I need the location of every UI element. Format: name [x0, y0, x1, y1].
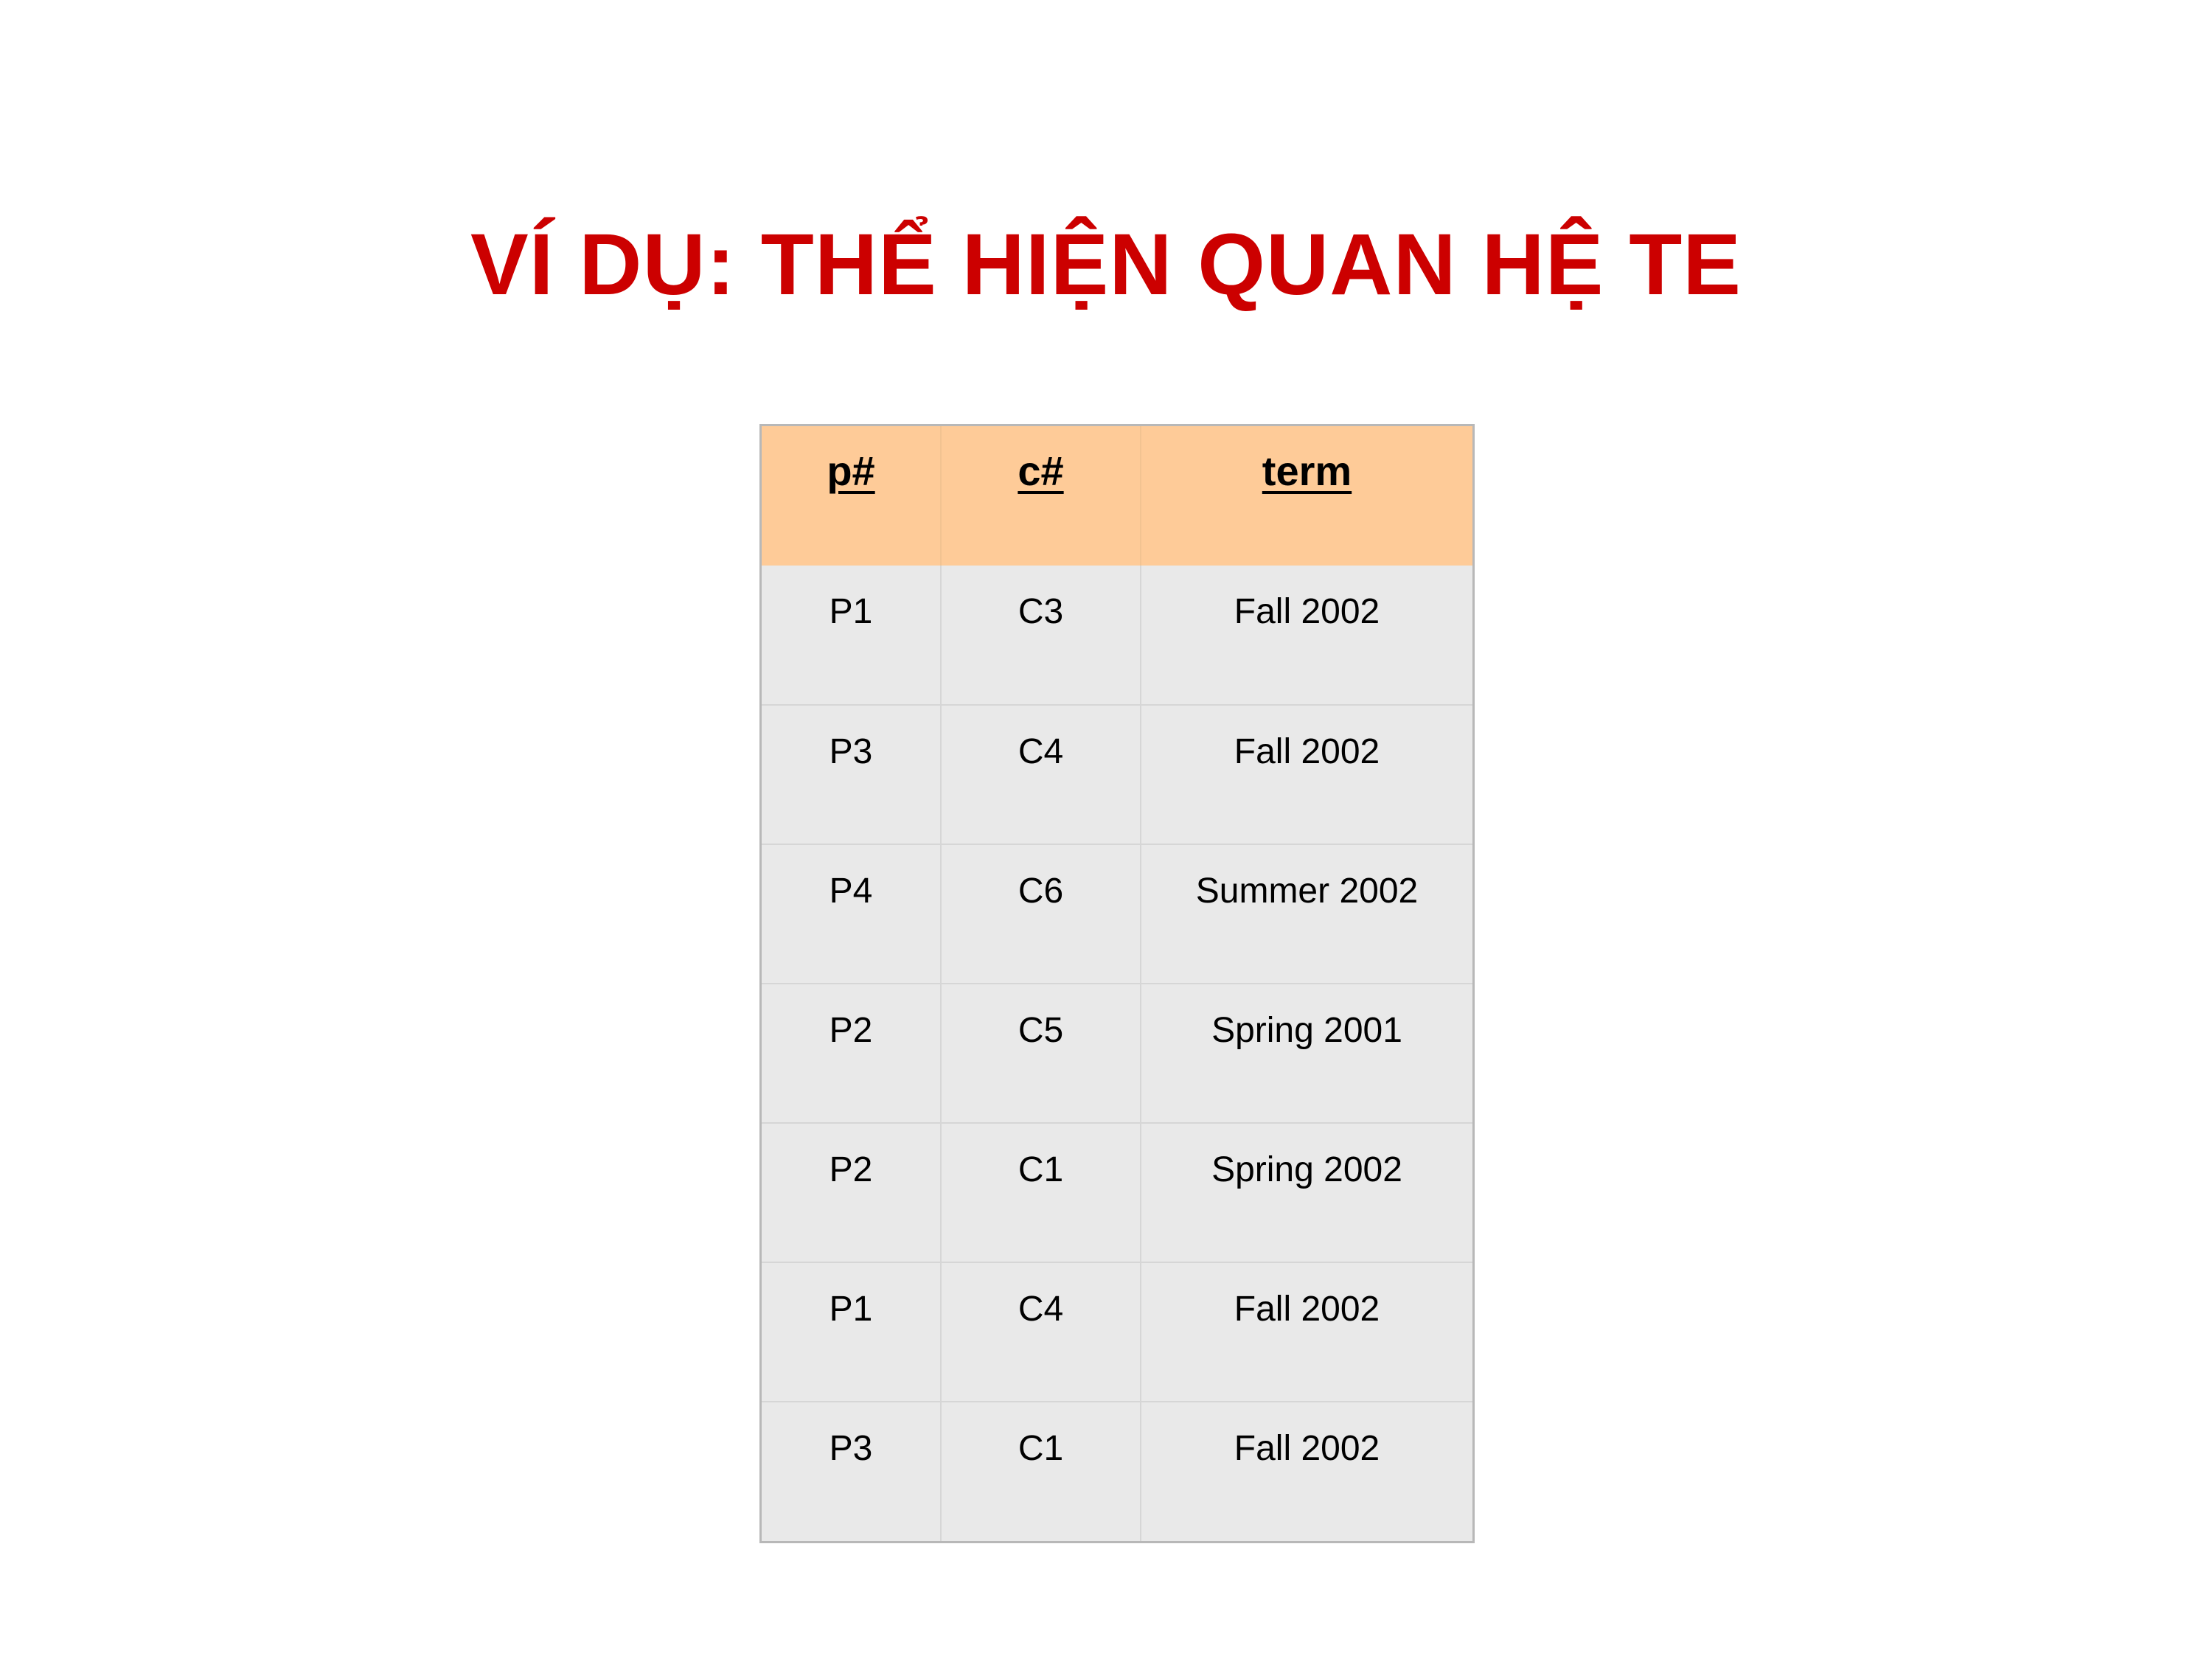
cell-c: C5 [940, 983, 1141, 1123]
table-row: P3 C4 Fall 2002 [762, 704, 1472, 844]
cell-term: Fall 2002 [1140, 1262, 1472, 1402]
data-table-container: p# c# term P1 C3 Fall 2002 P3 C4 Fall 20… [759, 424, 1475, 1543]
cell-c: C4 [940, 704, 1141, 844]
table-row: P1 C4 Fall 2002 [762, 1262, 1472, 1402]
cell-term: Spring 2001 [1140, 983, 1472, 1123]
column-header-p: p# [762, 426, 941, 566]
column-header-c: c# [940, 426, 1141, 566]
cell-c: C6 [940, 844, 1141, 984]
cell-p: P2 [762, 1122, 941, 1262]
cell-term: Fall 2002 [1140, 566, 1472, 705]
column-header-term: term [1140, 426, 1472, 566]
cell-p: P4 [762, 844, 941, 984]
cell-term: Fall 2002 [1140, 704, 1472, 844]
cell-term: Summer 2002 [1140, 844, 1472, 984]
te-relation-table: p# c# term P1 C3 Fall 2002 P3 C4 Fall 20… [762, 426, 1472, 1541]
cell-p: P3 [762, 1401, 941, 1541]
cell-p: P3 [762, 704, 941, 844]
cell-term: Spring 2002 [1140, 1122, 1472, 1262]
cell-c: C1 [940, 1401, 1141, 1541]
cell-p: P1 [762, 1262, 941, 1402]
cell-p: P1 [829, 592, 873, 631]
cell-p: P2 [762, 983, 941, 1123]
table-row: P4 C6 Summer 2002 [762, 844, 1472, 984]
table-row: P2 C1 Spring 2002 [762, 1122, 1472, 1262]
table-header-row: p# c# term [762, 426, 1472, 566]
table-row: P2 C5 Spring 2001 [762, 983, 1472, 1123]
cell-c: C1 [940, 1122, 1141, 1262]
cell-c: C4 [940, 1262, 1141, 1402]
cell-c: C3 [940, 566, 1141, 705]
table-row: P1 C3 Fall 2002 [762, 566, 1472, 705]
slide-title: VÍ DỤ: THỂ HIỆN QUAN HỆ TE [470, 216, 1742, 314]
cell-term: Fall 2002 [1140, 1401, 1472, 1541]
table-row: P3 C1 Fall 2002 [762, 1401, 1472, 1541]
